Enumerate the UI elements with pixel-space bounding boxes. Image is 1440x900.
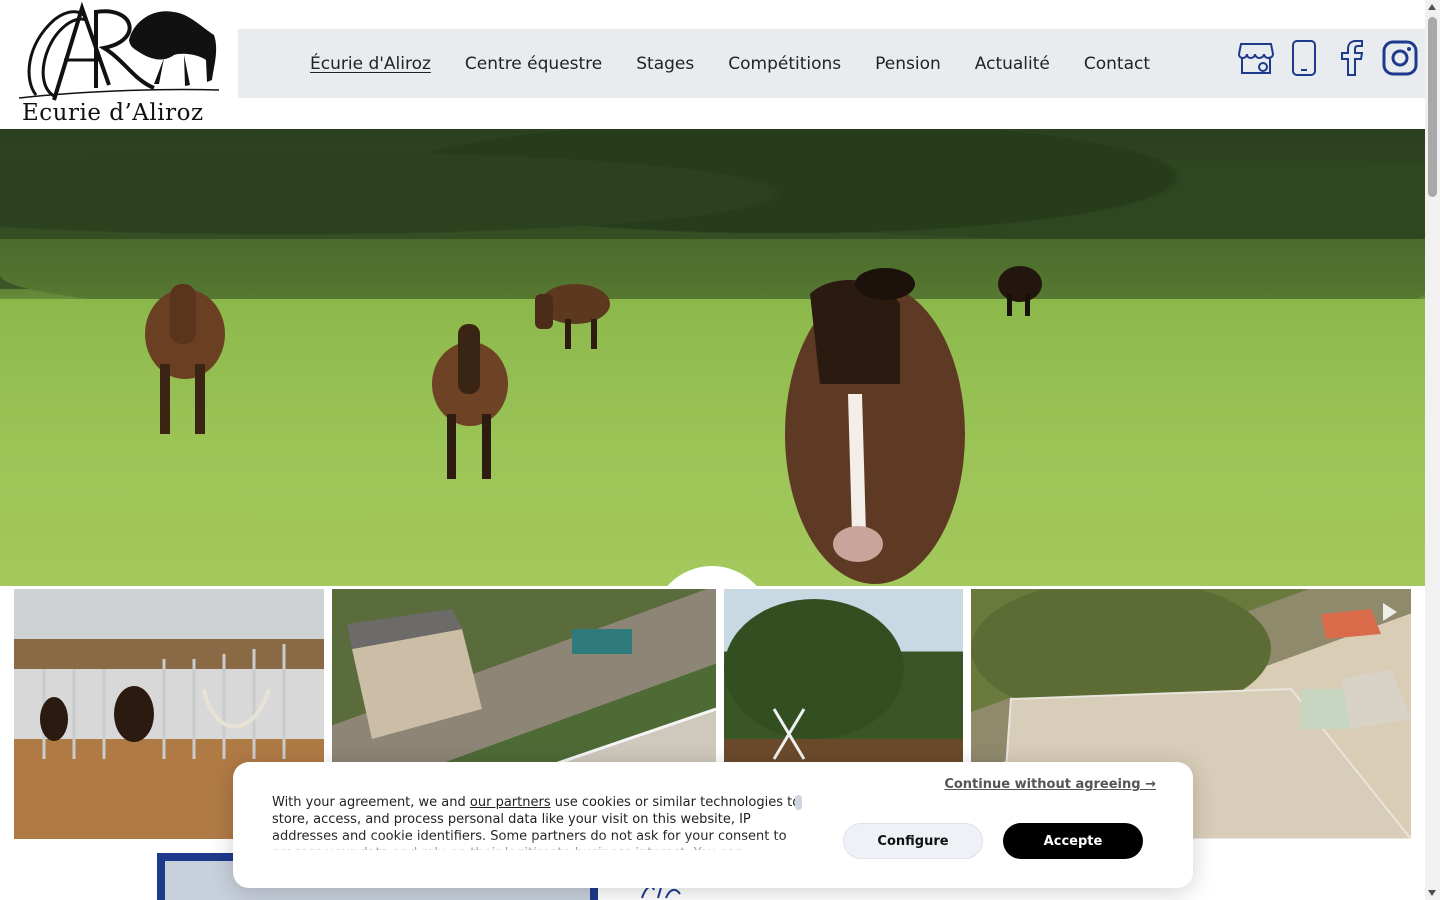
continue-without-agreeing-link[interactable]: Continue without agreeing → [944, 777, 1156, 792]
hero-image [0, 129, 1425, 586]
instagram-icon[interactable] [1382, 40, 1418, 76]
nav-item-stages[interactable]: Stages [636, 54, 694, 74]
cookie-text-part: With your agreement, we and [272, 795, 470, 810]
nav-item-ecurie-daliroz[interactable]: Écurie d'Aliroz [310, 54, 431, 74]
cookie-consent-banner: Continue without agreeing → With your ag… [233, 762, 1193, 888]
scroll-thumb[interactable] [1428, 17, 1437, 197]
cookie-text-scrollbar[interactable] [795, 795, 802, 810]
nav-item-actualite[interactable]: Actualité [975, 54, 1050, 74]
facebook-icon[interactable] [1334, 40, 1370, 76]
text-fade [272, 836, 802, 858]
horse-figure [855, 268, 915, 300]
phone-icon[interactable] [1286, 40, 1322, 76]
play-icon[interactable] [1383, 603, 1397, 621]
nav-item-competitions[interactable]: Compétitions [728, 54, 841, 74]
logo[interactable]: Ecurie d’Aliroz [14, 0, 224, 128]
scroll-down-arrow-icon[interactable] [1428, 890, 1436, 896]
configure-button[interactable]: Configure [843, 823, 983, 859]
horse-figure [998, 266, 1042, 316]
page-scrollbar[interactable] [1425, 0, 1440, 900]
horse-figure [145, 284, 225, 434]
nav-item-contact[interactable]: Contact [1084, 54, 1150, 74]
horse-figure [432, 324, 508, 479]
nav-item-pension[interactable]: Pension [875, 54, 941, 74]
google-business-icon[interactable] [1238, 40, 1274, 76]
brand-name: Ecurie d’Aliroz [22, 100, 204, 126]
partners-link[interactable]: our partners [470, 795, 551, 810]
social-links [1238, 40, 1418, 76]
nav-item-centre-equestre[interactable]: Centre équestre [465, 54, 602, 74]
accept-button[interactable]: Accepte [1003, 823, 1143, 859]
horse-figure [785, 280, 965, 584]
horse-figure [535, 284, 610, 349]
scroll-up-arrow-icon[interactable] [1428, 4, 1436, 10]
